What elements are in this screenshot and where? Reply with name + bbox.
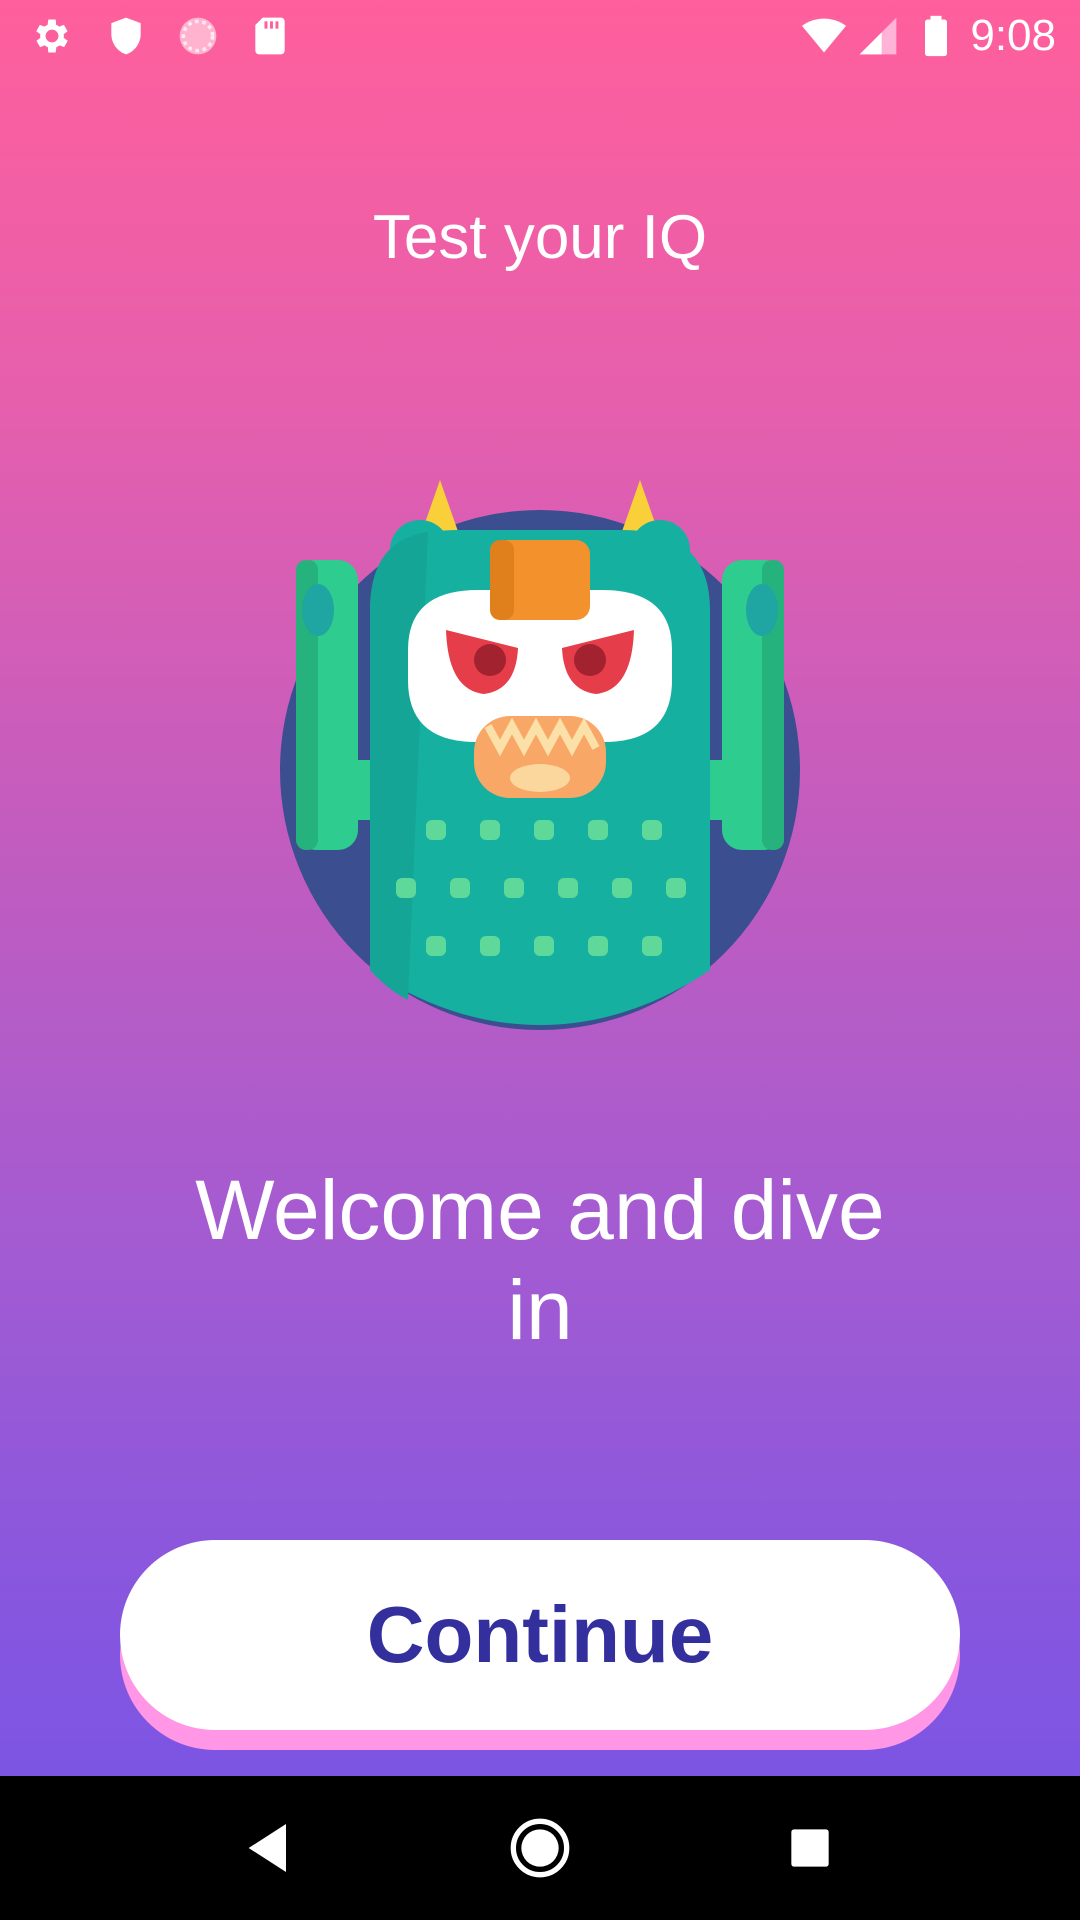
status-time: 9:08	[970, 11, 1056, 60]
gear-icon	[30, 14, 74, 58]
welcome-heading: Welcome and dive in	[140, 1160, 940, 1360]
welcome-line-2: in	[507, 1263, 573, 1357]
home-icon[interactable]	[508, 1816, 572, 1880]
shield-icon	[104, 14, 148, 58]
loading-circle-icon	[176, 14, 220, 58]
monster-mascot-illustration	[278, 480, 802, 1040]
cellular-signal-icon	[856, 14, 900, 58]
continue-button-container: Continue	[120, 1540, 960, 1752]
page-title: Test your IQ	[372, 203, 708, 272]
back-icon[interactable]	[238, 1816, 302, 1880]
continue-button-label: Continue	[366, 1590, 714, 1679]
status-bar: 9:08	[0, 0, 1080, 72]
sd-card-icon	[248, 14, 292, 58]
welcome-screen: 9:08 Test your IQ Welcome and dive in Co…	[0, 0, 1080, 1920]
battery-icon	[914, 14, 958, 58]
wifi-icon	[796, 14, 852, 58]
system-navigation-bar	[0, 1776, 1080, 1920]
welcome-line-1: Welcome and dive	[195, 1163, 885, 1257]
continue-button[interactable]: Continue	[120, 1540, 960, 1730]
recents-icon[interactable]	[778, 1816, 842, 1880]
